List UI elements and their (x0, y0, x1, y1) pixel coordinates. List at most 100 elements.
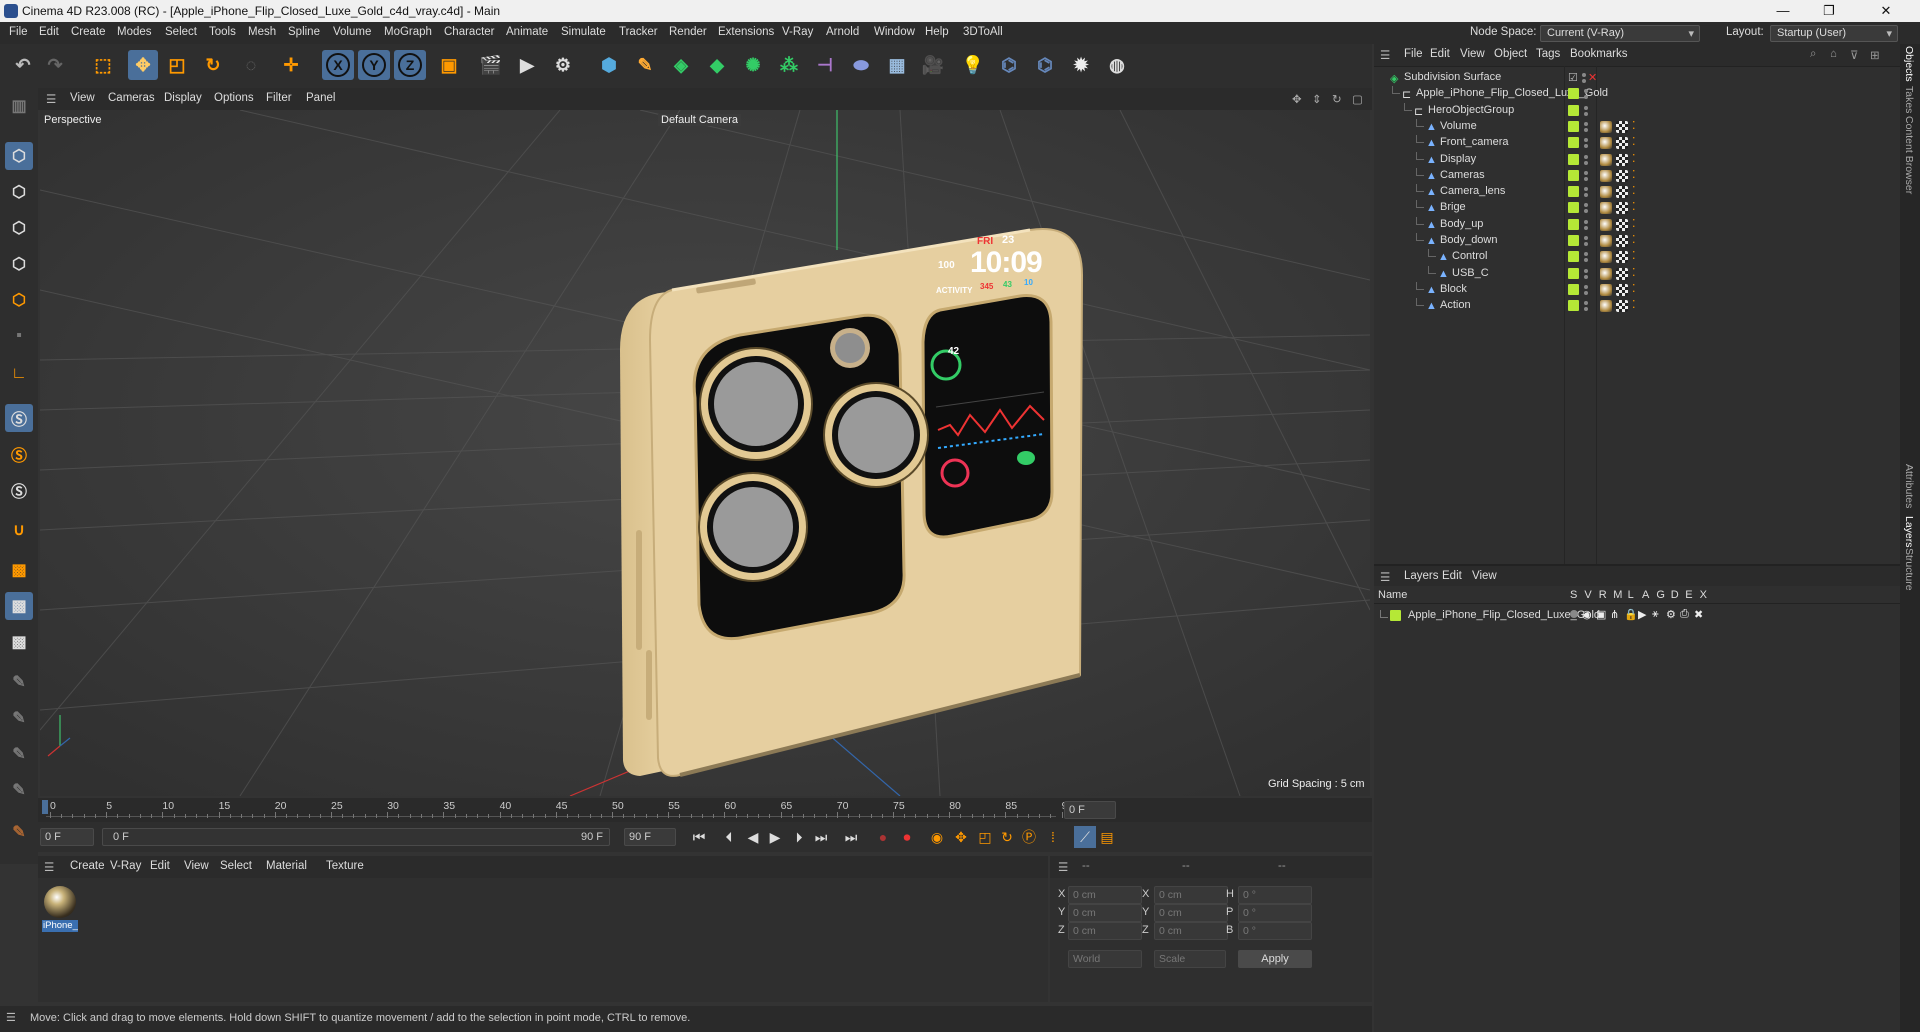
visibility-dots[interactable] (1584, 89, 1588, 100)
goto-end-icon[interactable]: ⏭ (840, 826, 862, 848)
layer-color-icon[interactable] (1568, 283, 1579, 295)
object-menu-bookmarks[interactable]: Bookmarks (1570, 48, 1628, 60)
layer-animation-icon[interactable]: ▶ (1638, 608, 1646, 621)
brush-icon[interactable]: ✎ (5, 740, 33, 768)
texture-tag-icon[interactable] (1616, 137, 1628, 150)
layer-color-icon[interactable] (1568, 300, 1579, 312)
texture-tag-icon[interactable] (1616, 283, 1628, 296)
object-name[interactable]: Apple_iPhone_Flip_Closed_Luxe_Gold (1416, 87, 1608, 99)
layer-column-header[interactable]: D (1671, 589, 1679, 601)
camera-object-icon[interactable]: 🎥 (918, 50, 948, 80)
key-pla-icon[interactable]: ⁞ (1042, 826, 1064, 848)
object-name[interactable]: Subdivision Surface (1404, 71, 1501, 83)
object-row[interactable]: ▲ Brige ⁚ (1374, 200, 1900, 216)
visibility-dots[interactable] (1584, 138, 1588, 149)
menu-character[interactable]: Character (444, 26, 495, 38)
layer-expression-icon[interactable]: ⎙ (1680, 608, 1689, 621)
layer-column-header[interactable]: M (1613, 589, 1622, 601)
vray-tag-icon[interactable]: ⁚ (1632, 168, 1636, 181)
node-space-dropdown[interactable]: Current (V-Ray) (1540, 25, 1700, 42)
menu-arnold[interactable]: Arnold (826, 26, 859, 38)
object-row[interactable]: ⊏ HeroObjectGroup (1374, 102, 1900, 119)
material-tag-icon[interactable] (1600, 202, 1612, 215)
render-region-icon[interactable]: 🎬 (476, 50, 506, 80)
knife-icon[interactable]: ✎ (5, 776, 33, 804)
visibility-dots[interactable] (1584, 236, 1588, 247)
material-tag-icon[interactable] (1600, 218, 1612, 231)
grid-icon[interactable]: ▩ (5, 592, 33, 620)
material-hamburger-icon[interactable]: ☰ (44, 860, 54, 874)
tab-content-browser[interactable]: Content Browser (1903, 116, 1915, 194)
light-object-icon[interactable]: 💡 (958, 50, 988, 80)
visibility-dots[interactable] (1584, 154, 1588, 166)
material-menu-material[interactable]: Material (266, 860, 307, 872)
menu-spline[interactable]: Spline (288, 26, 320, 38)
edge-mode-icon[interactable]: ⬡ (5, 250, 33, 278)
keyframe-selection-icon[interactable]: ◉ (926, 826, 948, 848)
maximize-button[interactable]: ❐ (1806, 0, 1852, 22)
python-script-icon[interactable]: ⌬ (994, 50, 1024, 80)
visibility-dots[interactable] (1584, 301, 1588, 312)
object-name[interactable]: Front_camera (1440, 136, 1508, 148)
motion-path-icon[interactable]: ⟋ (1074, 826, 1096, 848)
material-menu-texture[interactable]: Texture (326, 860, 364, 872)
key-rotation-icon[interactable]: ↻ (996, 826, 1018, 848)
menu-modes[interactable]: Modes (117, 26, 152, 38)
object-name[interactable]: Volume (1440, 120, 1477, 132)
polygon-mode-icon[interactable]: ⬡ (5, 286, 33, 314)
layer-color-icon[interactable] (1568, 251, 1579, 263)
minimize-button[interactable]: — (1760, 0, 1806, 22)
menu-tracker[interactable]: Tracker (619, 26, 658, 38)
material-tag-icon[interactable] (1600, 251, 1612, 264)
key-scale-icon[interactable]: ◰ (974, 826, 996, 848)
record-icon[interactable]: ● (872, 826, 894, 848)
object-row[interactable]: ▲ Block ⁚ (1374, 281, 1900, 298)
object-name[interactable]: Camera_lens (1440, 185, 1505, 197)
viewport-menu-options[interactable]: Options (214, 92, 254, 104)
viewport-menu-filter[interactable]: Filter (266, 92, 292, 104)
layer-color-icon[interactable] (1568, 88, 1579, 100)
visibility-dots[interactable] (1584, 121, 1588, 133)
tab-attributes[interactable]: Attributes (1903, 464, 1915, 508)
y-axis-lock-icon[interactable]: Y (358, 50, 390, 80)
material-menu-edit[interactable]: Edit (150, 860, 170, 872)
menu-create[interactable]: Create (71, 26, 106, 38)
next-frame-icon[interactable]: ⏵ (788, 826, 810, 848)
film-strip-icon[interactable]: ▤ (1096, 826, 1118, 848)
object-row[interactable]: ▲ Camera_lens ⁚ (1374, 184, 1900, 200)
object-row[interactable]: ▲ Body_up ⁚ (1374, 216, 1900, 233)
recent-tool-icon[interactable]: ◌ (236, 50, 266, 80)
texture-tag-icon[interactable] (1616, 153, 1628, 166)
object-row[interactable]: ▲ Cameras ⁚ (1374, 167, 1900, 184)
menu-render[interactable]: Render (669, 26, 707, 38)
transform-tool-icon[interactable]: ✛ (276, 50, 306, 80)
viewport-hamburger-icon[interactable]: ☰ (46, 92, 56, 106)
viewport-menu-cameras[interactable]: Cameras (108, 92, 155, 104)
object-filter-icon[interactable]: ⊽ (1850, 48, 1858, 62)
layer-menu-layers[interactable]: Layers (1404, 570, 1439, 582)
material-tag-icon[interactable] (1600, 137, 1612, 150)
model-mode-icon[interactable]: ⬡ (5, 142, 33, 170)
layout-dropdown[interactable]: Startup (User) (1770, 25, 1898, 42)
move-tool-icon[interactable]: ✥ (128, 50, 158, 80)
visibility-dots[interactable] (1584, 187, 1588, 198)
layer-visible-icon[interactable]: ◉ (1582, 608, 1592, 621)
vray-tag-icon[interactable]: ⁚ (1632, 233, 1636, 246)
object-name[interactable]: Control (1452, 250, 1487, 262)
range-slider[interactable]: 0 F 90 F (102, 828, 610, 846)
x-axis-lock-icon[interactable]: X (322, 50, 354, 80)
texture-tag-icon[interactable] (1616, 267, 1628, 280)
coord-value-field[interactable]: 0 ° (1238, 886, 1312, 904)
world-dropdown[interactable]: World (1068, 950, 1142, 968)
timeline-ruler[interactable]: 051015202530354045505560657075808590 0 F (38, 798, 1372, 822)
prev-frame-icon[interactable]: ◀ (742, 826, 764, 848)
layer-color-icon[interactable] (1568, 120, 1579, 132)
render-settings-icon[interactable]: ⚙ (548, 50, 578, 80)
tab-takes[interactable]: Takes (1903, 86, 1915, 113)
make-editable-icon[interactable]: ▥ (5, 92, 33, 120)
layer-color-icon[interactable] (1568, 169, 1579, 181)
point-mode-icon[interactable]: ⬡ (5, 214, 33, 242)
vray-tag-icon[interactable]: ⁚ (1632, 298, 1636, 311)
layer-color-swatch[interactable] (1390, 610, 1401, 621)
object-new-window-icon[interactable]: ⊞ (1870, 48, 1880, 62)
